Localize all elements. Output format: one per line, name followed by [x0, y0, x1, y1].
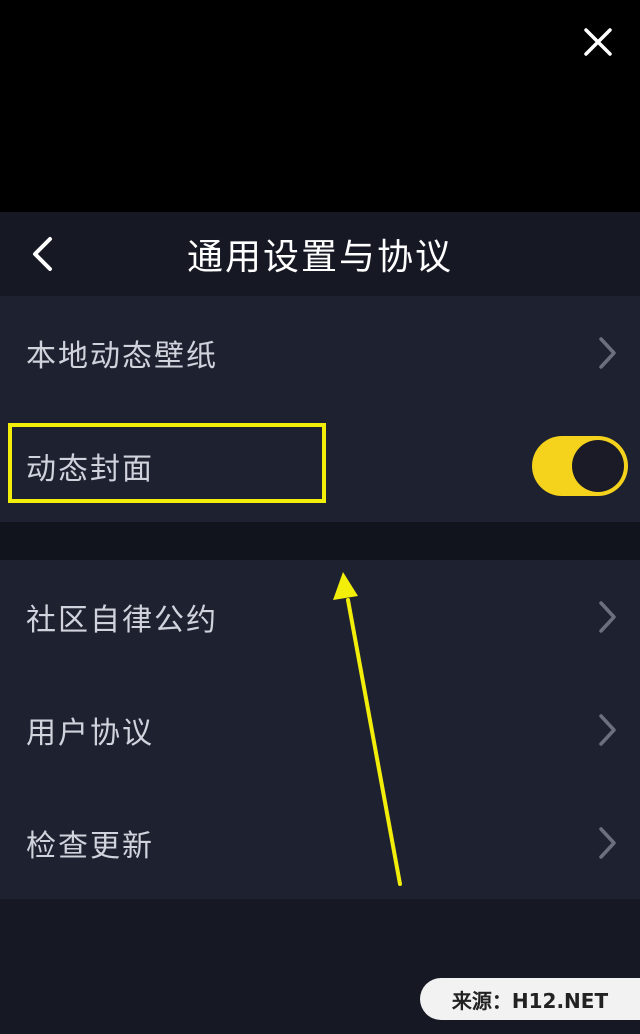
chevron-left-icon [33, 237, 52, 271]
settings-panel: 通用设置与协议 本地动态壁纸 动态封面 社区自律公约 用户协议 检查更新 [0, 212, 640, 1034]
settings-item-label: 社区自律公约 [26, 602, 218, 638]
chevron-right-icon [592, 333, 622, 373]
chevron-right-icon [592, 597, 622, 637]
chevron-right-icon [592, 823, 622, 863]
close-icon [584, 28, 612, 56]
dynamic-cover-toggle[interactable] [532, 435, 628, 496]
page-title: 通用设置与协议 [186, 237, 453, 278]
settings-item-community-guidelines[interactable]: 社区自律公约 [0, 560, 640, 673]
settings-item-label: 动态封面 [26, 451, 154, 487]
settings-item-label: 本地动态壁纸 [26, 338, 218, 374]
settings-item-label: 用户协议 [26, 715, 154, 751]
settings-item-label: 检查更新 [26, 828, 154, 864]
close-button[interactable] [578, 22, 618, 62]
chevron-right-icon [592, 710, 622, 750]
settings-item-dynamic-cover: 动态封面 [0, 409, 640, 522]
screen: 通用设置与协议 本地动态壁纸 动态封面 社区自律公约 用户协议 检查更新 来源：… [0, 0, 640, 1034]
header: 通用设置与协议 [0, 212, 640, 296]
toggle-knob [572, 439, 624, 492]
settings-item-user-agreement[interactable]: 用户协议 [0, 673, 640, 786]
settings-item-local-live-wallpaper[interactable]: 本地动态壁纸 [0, 296, 640, 409]
source-watermark: 来源：H12.NET [420, 978, 640, 1020]
section-divider [0, 522, 640, 560]
back-button[interactable] [22, 234, 62, 274]
settings-item-check-update[interactable]: 检查更新 [0, 786, 640, 899]
